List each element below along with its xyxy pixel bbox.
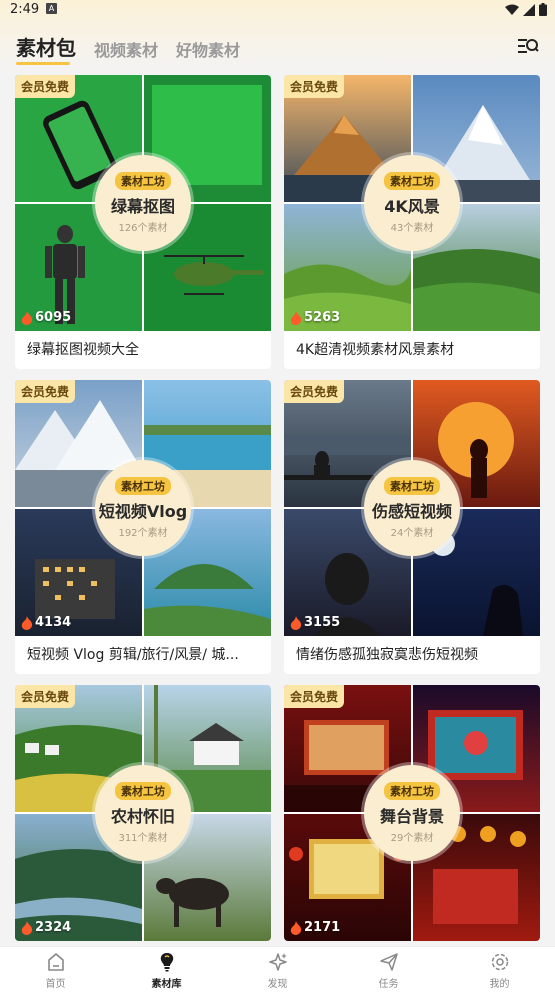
pack-card[interactable]: 会员免费 素材工坊 绿幕抠图 126个素材 6095 绿幕抠图视频大全 (15, 75, 271, 369)
pack-name: 农村怀旧 (110, 807, 175, 826)
hot-value: 5263 (304, 310, 341, 325)
nav-home[interactable]: 首页 (0, 947, 111, 994)
hot-count: 2171 (290, 920, 340, 935)
pack-thumbnail: 会员免费 素材工坊 伤感短视频 24个素材 3155 (284, 380, 540, 636)
pack-card[interactable]: 会员免费 素材工坊 伤感短视频 24个素材 3155 情绪伤感孤独寂寞悲伤短视频 (284, 380, 540, 674)
signal-icon (523, 3, 535, 16)
pack-label-circle: 素材工坊 农村怀旧 311个素材 (95, 765, 191, 861)
pack-name: 伤感短视频 (371, 502, 452, 521)
bottom-nav: 首页 素材库 发现 任务 我的 (0, 946, 555, 994)
status-bar: 2:49 A (0, 0, 555, 20)
nav-label: 发现 (267, 979, 288, 990)
nav-profile[interactable]: 我的 (444, 947, 555, 994)
flame-icon (21, 920, 33, 935)
member-free-badge: 会员免费 (15, 75, 76, 98)
status-icons (505, 3, 547, 16)
pack-name: 舞台背景 (379, 807, 444, 826)
flame-icon (290, 920, 302, 935)
pack-title: 短视频 Vlog 剪辑/旅行/风景/ 城... (27, 647, 239, 663)
pack-thumbnail: 会员免费 素材工坊 短视频Vlog 192个素材 4134 (15, 380, 271, 636)
pack-label-circle: 素材工坊 伤感短视频 24个素材 (364, 460, 460, 556)
pack-name: 短视频Vlog (98, 502, 188, 521)
hot-value: 3155 (304, 615, 341, 630)
pack-name: 4K风景 (384, 197, 440, 216)
hot-count: 4134 (21, 615, 71, 630)
member-free-badge: 会员免费 (284, 380, 345, 403)
tab-video-materials[interactable]: 视频素材 (94, 37, 158, 61)
top-tabs: 素材包 视频素材 好物素材 (16, 32, 240, 65)
sparkle-icon (268, 953, 287, 971)
pack-card[interactable]: 会员免费 素材工坊 4K风景 43个素材 5263 4K超清视频素材风景素材 (284, 75, 540, 369)
nav-label: 首页 (45, 979, 66, 990)
pack-tag: 素材工坊 (115, 782, 171, 800)
pack-label-circle: 素材工坊 4K风景 43个素材 (364, 155, 460, 251)
pack-title: 4K超清视频素材风景素材 (296, 342, 455, 358)
pack-thumbnail: 会员免费 素材工坊 农村怀旧 311个素材 2324 (15, 685, 271, 941)
battery-icon (539, 3, 547, 16)
lightbulb-icon (160, 953, 173, 972)
tab-product-materials[interactable]: 好物素材 (176, 37, 240, 61)
hot-count: 3155 (290, 615, 340, 630)
pack-count: 24个素材 (390, 528, 434, 539)
hot-value: 4134 (35, 615, 72, 630)
hot-value: 2324 (35, 920, 72, 935)
pack-count: 192个素材 (118, 528, 168, 539)
pack-title: 绿幕抠图视频大全 (27, 342, 139, 358)
member-free-badge: 会员免费 (15, 380, 76, 403)
pack-title: 情绪伤感孤独寂寞悲伤短视频 (296, 647, 478, 663)
pack-card[interactable]: 会员免费 素材工坊 短视频Vlog 192个素材 4134 短视频 Vlog 剪… (15, 380, 271, 674)
send-icon (379, 953, 398, 971)
notification-icon: A (46, 3, 57, 14)
nav-label: 我的 (489, 979, 510, 990)
pack-label-circle: 素材工坊 短视频Vlog 192个素材 (95, 460, 191, 556)
flame-icon (290, 310, 302, 325)
status-time: 2:49 (10, 2, 40, 17)
pack-card[interactable]: 会员免费 素材工坊 舞台背景 29个素材 2171 (284, 685, 540, 941)
hot-value: 6095 (35, 310, 72, 325)
pack-count: 43个素材 (390, 223, 434, 234)
gear-icon (491, 953, 508, 971)
flame-icon (21, 615, 33, 630)
pack-tag: 素材工坊 (115, 477, 171, 495)
flame-icon (290, 615, 302, 630)
hot-count: 2324 (21, 920, 71, 935)
hot-value: 2171 (304, 920, 341, 935)
tab-material-packs[interactable]: 素材包 (16, 32, 76, 65)
nav-label: 任务 (378, 979, 399, 990)
pack-name: 绿幕抠图 (110, 197, 175, 216)
pack-thumbnail: 会员免费 素材工坊 绿幕抠图 126个素材 6095 (15, 75, 271, 331)
pack-tag: 素材工坊 (384, 477, 440, 495)
flame-icon (21, 310, 33, 325)
member-free-badge: 会员免费 (15, 685, 76, 708)
pack-thumbnail: 会员免费 素材工坊 舞台背景 29个素材 2171 (284, 685, 540, 941)
hot-count: 5263 (290, 310, 340, 325)
nav-material-library[interactable]: 素材库 (111, 947, 222, 994)
search-filter-icon[interactable] (517, 36, 539, 56)
pack-label-circle: 素材工坊 绿幕抠图 126个素材 (95, 155, 191, 251)
pack-tag: 素材工坊 (115, 172, 171, 190)
member-free-badge: 会员免费 (284, 75, 345, 98)
pack-label-circle: 素材工坊 舞台背景 29个素材 (364, 765, 460, 861)
pack-card[interactable]: 会员免费 素材工坊 农村怀旧 311个素材 2324 (15, 685, 271, 941)
home-icon (47, 953, 64, 971)
pack-count: 311个素材 (118, 833, 168, 844)
pack-count: 126个素材 (118, 223, 168, 234)
hot-count: 6095 (21, 310, 71, 325)
nav-discover[interactable]: 发现 (222, 947, 333, 994)
pack-tag: 素材工坊 (384, 172, 440, 190)
pack-count: 29个素材 (390, 833, 434, 844)
wifi-icon (505, 4, 519, 15)
pack-tag: 素材工坊 (384, 782, 440, 800)
member-free-badge: 会员免费 (284, 685, 345, 708)
nav-label: 素材库 (151, 979, 182, 990)
pack-thumbnail: 会员免费 素材工坊 4K风景 43个素材 5263 (284, 75, 540, 331)
nav-tasks[interactable]: 任务 (333, 947, 444, 994)
